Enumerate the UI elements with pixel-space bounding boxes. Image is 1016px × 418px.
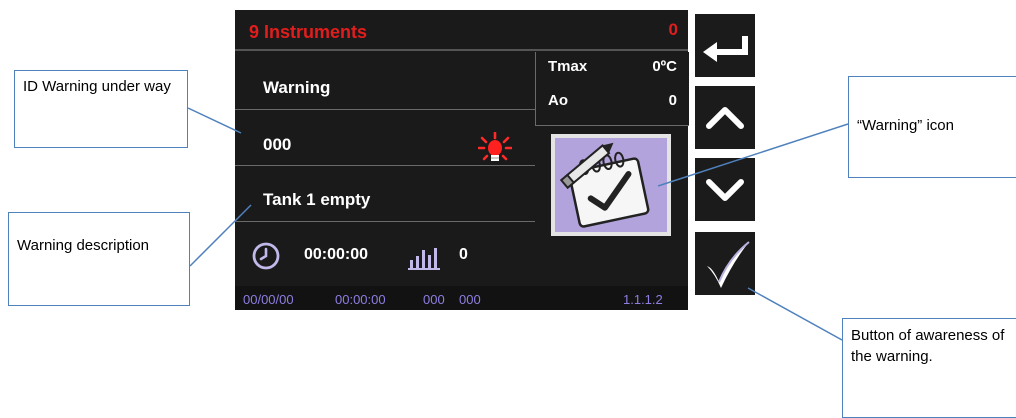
callout-warning-icon: “Warning” icon <box>848 76 1016 178</box>
callout-awareness-button: Button of awareness of the warning. <box>842 318 1016 418</box>
callout-id-warning-text: ID Warning under way <box>23 78 171 95</box>
callout-awareness-button-text: Button of awareness of the warning. <box>851 327 1005 365</box>
callout-id-warning: ID Warning under way <box>14 70 188 148</box>
callout-warning-description: Warning description <box>8 212 190 306</box>
callout-warning-icon-text: “Warning” icon <box>857 117 954 134</box>
callout-warning-description-text: Warning description <box>17 237 150 254</box>
